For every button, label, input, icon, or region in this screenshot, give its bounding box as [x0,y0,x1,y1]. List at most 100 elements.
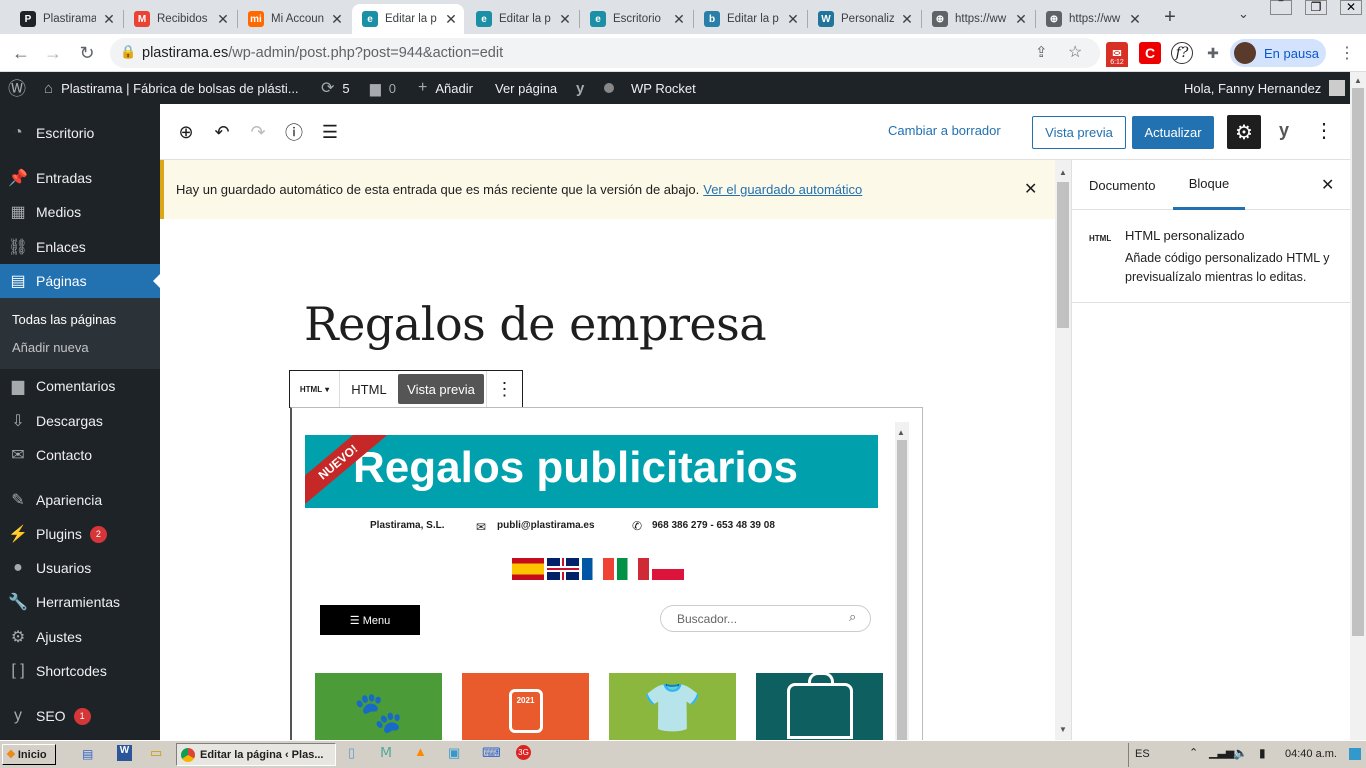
font-extension-icon[interactable]: f? [1171,42,1193,64]
category-tile-textile[interactable]: 👕 [609,673,736,740]
browser-tab[interactable]: e Escritorio ✕ [580,4,692,34]
sidebar-item-apariencia[interactable]: ✎ Apariencia [0,483,160,517]
sidebar-item-comentarios[interactable]: ▆ Comentarios [0,369,160,403]
browser-tab[interactable]: M Recibidos ✕ [124,4,236,34]
tab-close-icon[interactable]: ✕ [1014,11,1028,28]
browser-tab[interactable]: b Editar la p ✕ [694,4,806,34]
sidebar-item-usuarios[interactable]: ● Usuarios [0,551,160,585]
sidebar-item-medios[interactable]: ▦ Medios [0,195,160,229]
info-icon[interactable]: ⓘ [282,120,306,144]
tab-document[interactable]: Documento [1089,178,1155,193]
sidebar-item-shortcodes[interactable]: [ ] Shortcodes [0,654,160,688]
taskbar-image-icon[interactable]: ▣ [448,745,460,761]
editor-scroll-down-icon[interactable]: ▼ [1059,725,1067,734]
sidebar-item-enlaces[interactable]: ⛓ Enlaces [0,230,160,264]
more-options-icon[interactable]: ⋮ [1312,118,1336,142]
flag-pl-icon[interactable] [652,558,684,580]
tab-search-icon[interactable]: ⌄ [1238,6,1249,22]
menu-button[interactable]: ☰ Menu [320,605,420,635]
submenu-add-new[interactable]: Añadir nueva [12,340,89,355]
profile-button[interactable]: En pausa [1230,39,1326,67]
tab-close-icon[interactable]: ✕ [102,11,116,28]
preview-button[interactable]: Vista previa [1032,116,1126,149]
flag-es-icon[interactable] [512,558,544,580]
tab-close-icon[interactable]: ✕ [444,11,458,28]
quicklaunch-desktop-icon[interactable]: ▤ [82,747,93,761]
window-scroll-thumb[interactable] [1352,88,1364,636]
start-button[interactable]: ❖ Inicio [2,744,56,765]
redo-icon[interactable]: ↷ [246,120,270,144]
browser-tab[interactable]: e Editar la p ✕ [466,4,578,34]
tab-block[interactable]: Bloque [1173,160,1245,210]
yoast-sidebar-icon[interactable]: y [1272,120,1296,144]
browser-tab[interactable]: W Personaliz ✕ [808,4,920,34]
preview-scrollbar[interactable]: ▲ [895,422,909,740]
updates-link[interactable]: ⟳ 5 [321,72,350,104]
category-tile-agenda[interactable]: 2021 [462,673,589,740]
site-search-input[interactable]: Buscador... ⌕ [660,605,871,632]
comments-link[interactable]: ▆ 0 [370,72,396,104]
wp-rocket-link[interactable]: WP Rocket [631,72,696,104]
taskbar-movistar-icon[interactable]: Ⅿ [380,744,392,761]
browser-tab[interactable]: e Editar la p ✕ [352,4,464,34]
restore-button[interactable]: ❐ [1305,0,1327,15]
tab-close-icon[interactable]: ✕ [216,11,230,28]
scroll-up-icon[interactable]: ▲ [897,428,905,437]
language-indicator[interactable]: ES [1135,748,1150,760]
editor-scrollbar[interactable]: ▲ ▼ [1055,160,1071,740]
settings-gear-icon[interactable]: ⚙ [1227,115,1261,149]
add-block-icon[interactable]: ⊕ [174,120,198,144]
browser-tab[interactable]: P Plastirama ✕ [10,4,122,34]
close-window-button[interactable]: ✕ [1340,0,1362,15]
block-type-switcher[interactable]: HTML ▾ [290,371,340,407]
switch-to-draft-button[interactable]: Cambiar a borrador [888,123,1001,138]
browser-tab[interactable]: ⊕ https://ww ✕ [922,4,1034,34]
tab-close-icon[interactable]: ✕ [558,11,572,28]
url-input[interactable]: 🔒 plastirama.es/wp-admin/post.php?post=9… [110,38,1100,68]
sidebar-item-herramientas[interactable]: 🔧 Herramientas [0,585,160,619]
forward-button[interactable]: → [40,40,66,66]
tab-close-icon[interactable]: ✕ [900,11,914,28]
page-title[interactable]: Regalos de empresa [304,297,767,351]
browser-menu-icon[interactable]: ⋮ [1336,42,1358,64]
tray-expand-icon[interactable]: ⌃ [1189,746,1198,759]
signal-icon[interactable]: ▁▃▅ [1209,746,1234,759]
tab-close-icon[interactable]: ✕ [1128,11,1142,28]
view-autosave-link[interactable]: Ver el guardado automático [703,182,862,197]
extensions-puzzle-icon[interactable]: ✚ [1202,42,1224,64]
taskbar-chrome-window[interactable]: Editar la página ‹ Plas... [176,743,336,766]
dismiss-notice-icon[interactable]: ✕ [1024,179,1037,199]
update-button[interactable]: Actualizar [1132,116,1214,149]
quicklaunch-word-icon[interactable]: W [117,745,132,761]
flag-fr-icon[interactable] [582,558,614,580]
browser-tab[interactable]: mi Mi Account ✕ [238,4,350,34]
c-extension-icon[interactable]: C [1139,42,1161,64]
preview-scroll-thumb[interactable] [897,440,907,740]
preview-tab[interactable]: Vista previa [398,374,484,404]
contact-email[interactable]: publi@plastirama.es [497,520,595,531]
block-options-icon[interactable]: ⋮ [486,371,522,407]
category-tile-pets[interactable]: 🐾 [315,673,442,740]
undo-icon[interactable]: ↶ [210,120,234,144]
close-panel-icon[interactable]: ✕ [1321,175,1334,195]
add-new-link[interactable]: + Añadir [418,72,473,104]
account-greeting[interactable]: Hola, Fanny Hernandez [1184,72,1346,104]
submenu-all-pages[interactable]: Todas las páginas [12,312,116,327]
window-scrollbar[interactable]: ▲ [1350,72,1366,740]
quicklaunch-folder-icon[interactable]: ▭ [150,745,162,761]
yoast-icon[interactable]: y [576,72,584,104]
reload-button[interactable]: ↻ [74,40,100,66]
editor-scroll-up-icon[interactable]: ▲ [1059,168,1067,177]
sidebar-item-plugins[interactable]: ⚡ Plugins 2 [0,517,160,551]
window-scroll-up-icon[interactable]: ▲ [1354,76,1362,85]
flag-uk-icon[interactable] [547,558,579,580]
sidebar-item-entradas[interactable]: 📌 Entradas [0,161,160,195]
sidebar-item-escritorio[interactable]: ◔ Escritorio [0,116,160,150]
clock[interactable]: 04:40 a.m. [1285,748,1337,760]
list-view-icon[interactable]: ☰ [318,120,342,144]
tab-close-icon[interactable]: ✕ [786,11,800,28]
new-tab-button[interactable]: + [1158,6,1182,30]
tab-close-icon[interactable]: ✕ [672,11,686,28]
sidebar-item-contacto[interactable]: ✉ Contacto [0,438,160,472]
browser-tab[interactable]: ⊕ https://ww ✕ [1036,4,1148,34]
